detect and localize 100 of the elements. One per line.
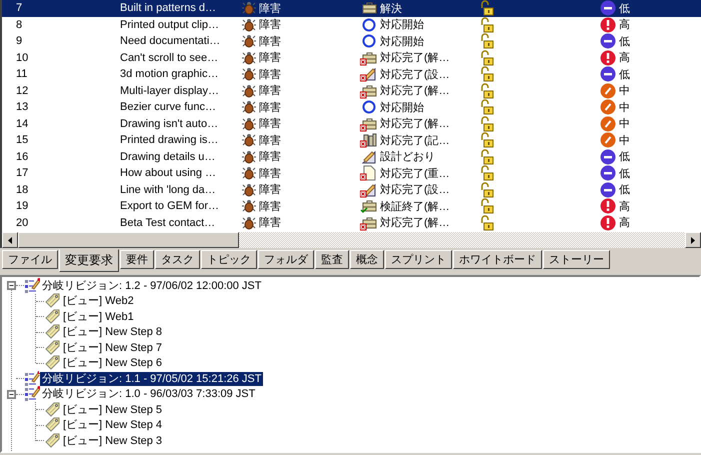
issue-number: 16 [15, 150, 30, 163]
tree-item[interactable]: [ビュー] New Step 8 [61, 325, 164, 340]
tree-item[interactable]: [ビュー] New Step 6 [61, 356, 164, 370]
bug-icon [242, 84, 256, 98]
tree-item[interactable]: [ビュー] Web1 [61, 310, 136, 324]
tree-item[interactable]: 分岐リビジョン: 1.1 - 97/05/02 15:21:26 JST [40, 372, 264, 386]
issue-row[interactable]: 13 Bezier curve func… 障害 対応開始 中 [2, 99, 701, 116]
issue-status: 設計どおり [380, 150, 435, 164]
tree-item[interactable]: [ビュー] Web2 [61, 294, 136, 308]
issue-title: Built in patterns d… [120, 2, 217, 14]
toolbox-icon [360, 0, 377, 16]
issue-priority: 低 [619, 68, 630, 82]
tab[interactable]: トピック [201, 250, 257, 269]
tab[interactable]: 要件 [120, 250, 154, 269]
tab[interactable]: 概念 [350, 250, 384, 269]
issue-row[interactable]: 12 Multi-layer display… 障害 対応完了(解… 中 [2, 82, 701, 99]
tag-icon [44, 308, 61, 325]
exclamation-icon [600, 198, 616, 214]
issue-status: 対応完了(解… [380, 216, 450, 230]
tab[interactable]: ホワイトボード [453, 250, 542, 269]
books-x-icon [360, 132, 377, 148]
issue-number: 17 [15, 167, 30, 180]
tab[interactable]: 変更要求 [59, 249, 119, 272]
issue-title: Can't scroll to see… [120, 52, 220, 64]
issue-title: Printed output clip… [120, 18, 220, 31]
issue-priority: 低 [619, 34, 630, 49]
issue-priority: 高 [619, 50, 630, 66]
issue-status: 解決 [380, 2, 402, 16]
bug-icon [242, 67, 256, 82]
issue-priority: 中 [619, 117, 630, 132]
collapse-toggle[interactable] [7, 390, 16, 399]
issue-title: Line with 'long da… [120, 184, 217, 196]
tab[interactable]: ストーリー [543, 250, 610, 269]
tab[interactable]: ファイル [2, 250, 58, 269]
scroll-left-button[interactable] [2, 232, 18, 248]
issue-row[interactable]: 11 3d motion graphic… 障害 対応完了(設… 低 [2, 66, 701, 82]
issue-status: 検証終了(解… [380, 200, 450, 214]
issue-priority: 高 [619, 200, 630, 214]
left-triangle-icon [8, 236, 12, 244]
exclamation-icon [600, 16, 616, 33]
issue-row[interactable]: 15 Printed drawing is… 障害 対応完了(記… 中 [2, 132, 701, 148]
bug-icon [242, 116, 256, 131]
issue-type: 障害 [259, 166, 281, 181]
tree-item[interactable]: 分岐リビジョン: 1.0 - 96/03/03 7:33:09 JST [40, 387, 258, 402]
issue-priority: 低 [619, 150, 630, 164]
toolbox-check-icon [360, 198, 377, 214]
issue-number: 9 [15, 35, 24, 48]
issue-type: 障害 [259, 68, 281, 82]
issue-number: 20 [15, 216, 30, 229]
issue-title: Bezier curve func… [120, 101, 217, 114]
open-padlock-icon [480, 50, 494, 66]
issue-number: 7 [15, 2, 24, 14]
collapse-toggle[interactable] [7, 281, 16, 290]
issue-type: 障害 [259, 134, 281, 148]
issue-row[interactable]: 9 Need documentati… 障害 対応開始 低 [2, 33, 701, 50]
tree-item[interactable]: [ビュー] New Step 7 [61, 340, 164, 355]
issue-row[interactable]: 18 Line with 'long da… 障害 対応完了(設… 低 [2, 182, 701, 198]
issue-type: 障害 [259, 216, 281, 230]
issue-type: 障害 [259, 18, 281, 32]
circle-icon [360, 99, 377, 116]
tree-item[interactable]: 分岐リビジョン: 1.2 - 97/06/02 12:00:00 JST [40, 278, 264, 293]
issue-title: Multi-layer display… [120, 84, 220, 97]
minus-icon [600, 33, 616, 50]
tree-item[interactable]: [ビュー] New Step 4 [61, 418, 164, 432]
tree-item[interactable]: [ビュー] New Step 5 [61, 402, 164, 417]
bug-icon [242, 1, 256, 16]
issue-status: 対応開始 [380, 100, 424, 115]
issue-type: 障害 [259, 50, 281, 66]
toolbox-x-icon [360, 82, 377, 99]
scrollbar-thumb[interactable] [18, 232, 239, 248]
tag-icon [44, 340, 61, 356]
bug-icon [242, 199, 256, 214]
right-triangle-icon [691, 236, 695, 244]
open-padlock-icon [480, 0, 494, 16]
issue-type: 障害 [259, 84, 281, 98]
issue-row[interactable]: 17 How about using … 障害 対応完了(重… 低 [2, 165, 701, 182]
issue-status: 対応完了(解… [380, 116, 450, 132]
issue-row[interactable]: 19 Export to GEM for… 障害 検証終了(解… 高 [2, 198, 701, 214]
issue-number: 11 [15, 68, 28, 80]
issue-status: 対応完了(記… [380, 134, 450, 148]
open-padlock-icon [480, 182, 494, 198]
issue-row[interactable]: 7 Built in patterns d… 障害 解決 低 [2, 0, 701, 16]
issue-row[interactable]: 20 Beta Test contact… 障害 対応完了(解… 高 [2, 214, 701, 231]
scroll-right-button[interactable] [685, 232, 701, 248]
tab[interactable]: タスク [155, 250, 200, 269]
tab[interactable]: スプリント [385, 250, 452, 269]
bug-icon [242, 182, 256, 197]
open-padlock-icon [480, 66, 494, 82]
issue-status: 対応開始 [380, 18, 424, 32]
issue-row[interactable]: 16 Drawing details u… 障害 設計どおり 低 [2, 148, 701, 165]
issue-row[interactable]: 10 Can't scroll to see… 障害 対応完了(解… 高 [2, 50, 701, 66]
tree-item[interactable]: [ビュー] New Step 3 [61, 434, 164, 448]
tab[interactable]: 監査 [315, 250, 349, 269]
tab[interactable]: フォルダ [258, 250, 314, 269]
issue-type: 障害 [259, 116, 281, 132]
issue-row[interactable]: 14 Drawing isn't auto… 障害 対応完了(解… 中 [2, 116, 701, 132]
slash-icon [600, 116, 616, 132]
issue-row[interactable]: 8 Printed output clip… 障害 対応開始 高 [2, 16, 701, 33]
open-padlock-icon [480, 116, 494, 132]
slash-icon [600, 99, 616, 116]
